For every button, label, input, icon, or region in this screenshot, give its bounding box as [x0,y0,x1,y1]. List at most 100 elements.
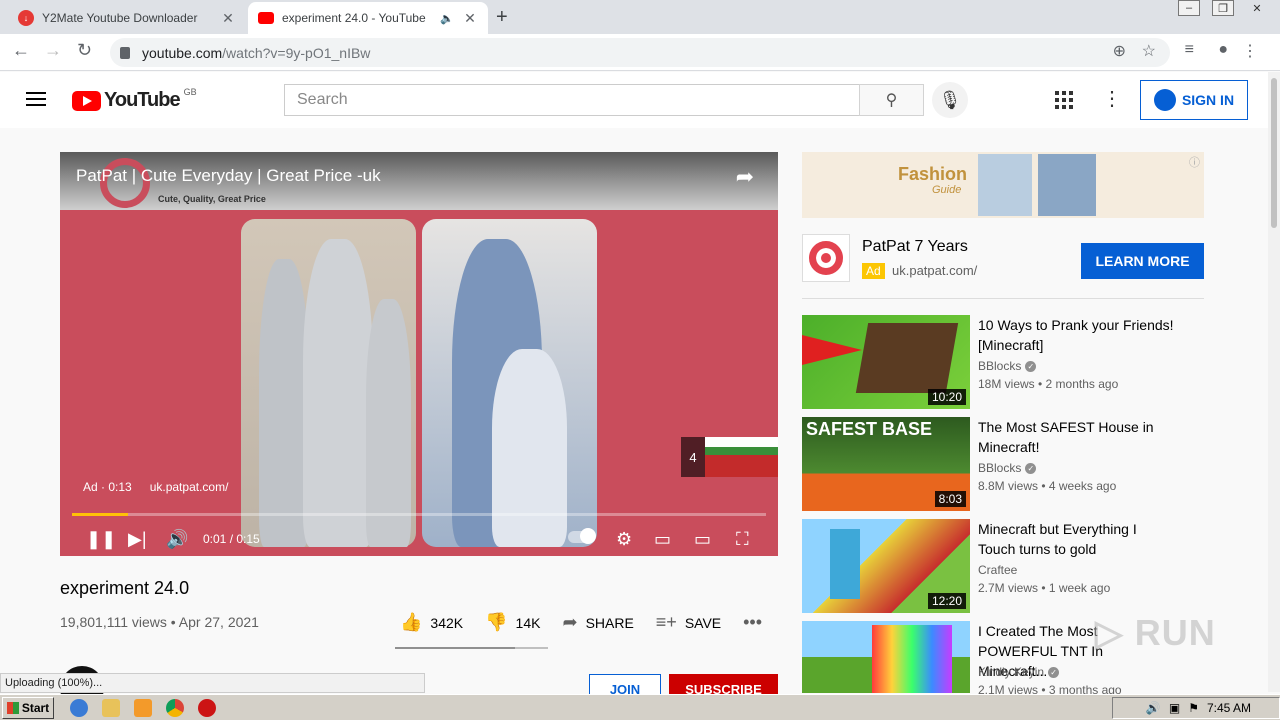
video-duration: 10:20 [927,389,966,405]
speaker-icon[interactable]: 🔈 [440,12,454,25]
voice-search-button[interactable]: 🎙 [932,82,968,118]
play-icon: ▷ [1095,612,1124,653]
autoplay-toggle[interactable] [568,528,596,544]
url-domain: youtube.com [142,44,223,61]
save-button[interactable]: ≡+ SAVE [656,612,721,633]
logo-text: YouTube [104,89,181,111]
close-icon[interactable]: ✕ [220,10,236,27]
new-tab-icon[interactable]: + [496,6,508,29]
skip-preview[interactable]: 4 [681,437,778,477]
progress-bar[interactable] [72,513,766,516]
save-label: SAVE [684,614,722,631]
close-window-icon[interactable]: ✕ [1246,0,1268,16]
video-meta: 2.7M views • 1 week ago [978,581,1111,595]
recommendation-item[interactable]: SAFEST BASE 8:03 The Most SAFEST House i… [802,417,1204,511]
quick-launch [70,699,216,717]
apps-icon[interactable] [1055,91,1073,109]
sentiment-bar [395,647,548,649]
settings-icon[interactable]: ⚙ [616,529,632,550]
account-icon [1153,89,1176,111]
dislike-count: 14K [515,614,541,631]
miniplayer-icon[interactable]: ▭ [654,529,671,550]
menu-icon[interactable]: ⋮ [1242,41,1258,61]
search-input[interactable]: Search [284,84,860,116]
volume-icon[interactable]: 🔊 [1146,701,1161,715]
search-button[interactable]: ⚲ [859,84,924,116]
video-title: 10 Ways to Prank your Friends! [Minecraf… [978,317,1174,353]
chrome-icon[interactable] [166,699,184,717]
browser-status-bar: Uploading (100%)... [0,673,425,693]
recommendation-item[interactable]: 10:20 10 Ways to Prank your Friends! [Mi… [802,315,1204,409]
tab-youtube[interactable]: experiment 24.0 - YouTube 🔈 ✕ [248,2,488,34]
learn-more-button[interactable]: LEARN MORE [1081,243,1204,279]
share-button[interactable]: ➦ SHARE [562,612,633,633]
more-actions-button[interactable]: ••• [743,612,770,633]
close-icon[interactable]: ✕ [462,10,478,27]
theater-mode-icon[interactable]: ▭ [694,529,711,550]
youtube-logo[interactable]: YouTube GB [72,86,197,112]
sidebar-ad-banner[interactable]: Fashion Guide ⓘ [802,152,1204,218]
info-icon[interactable]: ⓘ [1189,154,1200,170]
like-button[interactable]: 👍 342K [400,612,463,633]
profile-icon[interactable]: ● [1218,41,1228,59]
volume-icon[interactable]: 🔊 [166,529,188,550]
pause-icon[interactable]: ❚❚ [86,529,116,550]
recommendation-item[interactable]: 12:20 Minecraft but Everything I Touch t… [802,519,1204,613]
verified-icon: ✓ [1048,667,1060,679]
video-player[interactable]: Cute, Quality, Great Price PatPat | Cute… [60,152,778,556]
add-icon[interactable]: ⊕ [1113,41,1126,61]
banner-title: Fashion [898,164,968,184]
page-scrollbar[interactable] [1268,72,1280,692]
video-duration: 8:03 [934,491,966,507]
internet-explorer-icon[interactable] [70,699,88,717]
scrollbar-thumb[interactable] [1271,78,1277,228]
thumbnail-text: SAFEST BASE [806,419,933,439]
video-title: The Most SAFEST House in Minecraft! [978,419,1154,455]
settings-menu-icon[interactable]: ⋮ [1102,86,1122,111]
ad-name: PatPat 7 Years [862,238,968,255]
ad-title[interactable]: PatPat | Cute Everyday | Great Price -uk [76,166,381,186]
share-icon[interactable]: ➦ [736,164,754,190]
banner-subtitle: Guide [932,184,962,196]
flag-icon[interactable]: ⚑ [1188,701,1199,715]
sign-in-label: SIGN IN [1181,92,1235,108]
sidebar-ad-row[interactable]: PatPat 7 Years Ad uk.patpat.com/ LEARN M… [802,234,1204,284]
search-icon: ⚲ [885,92,898,109]
time-display: 0:01 / 0:15 [203,532,260,546]
forward-icon[interactable]: → [44,40,62,61]
anyrun-watermark: ▷ RUN [1095,612,1216,653]
restore-icon[interactable]: ❐ [1212,0,1234,16]
sign-in-button[interactable]: SIGN IN [1140,80,1248,120]
ad-badge: Ad [862,263,885,279]
back-icon[interactable]: ← [12,40,30,61]
folder-icon[interactable] [102,699,120,717]
clock: 7:45 AM [1206,701,1251,715]
ad-photo-right [422,219,597,547]
video-title: Minecraft but Everything I Touch turns t… [978,521,1137,557]
dislike-button[interactable]: 👎 14K [485,612,540,633]
next-icon[interactable]: ▶| [128,529,147,550]
menu-icon[interactable] [26,92,46,110]
y2mate-icon: ↓ [18,10,34,26]
channel-name: BBlocks ✓ [978,359,1037,373]
tab-y2mate[interactable]: ↓ Y2Mate Youtube Downloader ✕ [8,2,246,34]
media-icon[interactable]: ≡ [1185,41,1194,59]
share-arrow-icon: ➦ [562,612,578,632]
fullscreen-icon[interactable]: ⛶ [736,529,749,550]
ad-photo-left [241,219,416,547]
network-icon[interactable]: ▣ [1169,701,1180,715]
address-bar[interactable]: youtube.com/watch?v=9y-pO1_nIBw [110,38,1170,67]
verified-icon: ✓ [1025,463,1037,475]
start-button[interactable]: Start [2,697,54,719]
channel-name: Craftee [978,563,1018,577]
banner-photo [1038,154,1096,216]
region-code: GB [183,86,197,97]
minimize-icon[interactable]: – [1178,0,1200,16]
video-actions: 👍 342K 👎 14K ➦ SHARE ≡+ SAVE ••• [400,612,792,633]
media-player-icon[interactable] [134,699,152,717]
opera-icon[interactable] [198,699,216,717]
video-thumbnail: 10:20 [802,315,970,409]
ad-url[interactable]: uk.patpat.com/ [150,480,229,494]
star-icon[interactable]: ☆ [1142,41,1156,61]
reload-icon[interactable]: ↻ [77,40,92,61]
